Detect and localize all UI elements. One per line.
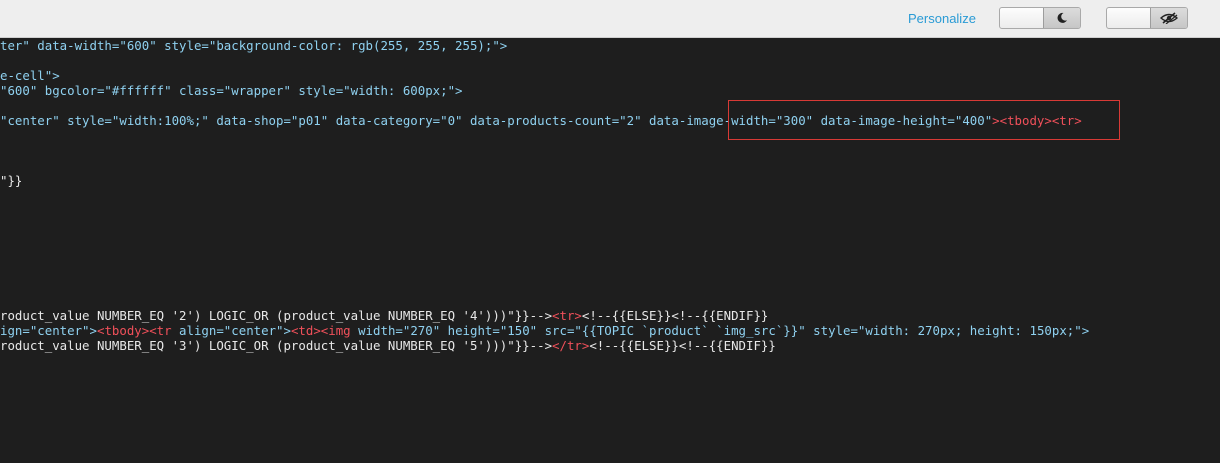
highlighted-code-text: data-image-width="300" data-image-height… bbox=[649, 113, 993, 128]
code-text: align="center"> bbox=[171, 323, 291, 338]
code-text: "center" style="width:100%;" data-shop="… bbox=[0, 113, 650, 128]
code-line: ign="center"><tbody><tr align="center"><… bbox=[0, 323, 1089, 338]
eye-slash-icon bbox=[1150, 8, 1187, 28]
code-line: "}} bbox=[0, 173, 22, 188]
code-line: "600" bgcolor="#ffffff" class="wrapper" … bbox=[0, 83, 463, 98]
code-text: "}} bbox=[0, 173, 23, 188]
code-tag: </tr> bbox=[552, 338, 590, 353]
code-text: e-cell"> bbox=[0, 68, 60, 83]
code-tag: ><tbody><tr> bbox=[992, 113, 1082, 128]
code-editor[interactable]: ter" data-width="600" style="background-… bbox=[0, 38, 1220, 463]
code-text: ign="center"> bbox=[0, 323, 97, 338]
code-line: roduct_value NUMBER_EQ '3') LOGIC_OR (pr… bbox=[0, 338, 776, 353]
code-tag: <tr> bbox=[552, 308, 582, 323]
code-line: e-cell"> bbox=[0, 68, 60, 83]
code-text: ter" data-width="600" style="background-… bbox=[0, 38, 508, 53]
code-text: <!--{{ELSE}}<!--{{ENDIF}} bbox=[589, 338, 776, 353]
code-tag: <td><img bbox=[290, 323, 351, 338]
code-line: roduct_value NUMBER_EQ '2') LOGIC_OR (pr… bbox=[0, 308, 768, 323]
hide-toggle[interactable] bbox=[1106, 7, 1188, 29]
code-text: "600" bgcolor="#ffffff" class="wrapper" … bbox=[0, 83, 463, 98]
code-tag: <tbody><tr bbox=[96, 323, 172, 338]
code-line: ter" data-width="600" style="background-… bbox=[0, 38, 507, 53]
dark-mode-toggle[interactable] bbox=[999, 7, 1081, 29]
code-text: <!--{{ELSE}}<!--{{ENDIF}} bbox=[581, 308, 769, 323]
code-text: width="270" height="150" src="{{TOPIC `p… bbox=[350, 323, 1090, 338]
code-line: "center" style="width:100%;" data-shop="… bbox=[0, 113, 1082, 128]
code-text: roduct_value NUMBER_EQ '3') LOGIC_OR (pr… bbox=[0, 338, 553, 353]
top-toolbar: Personalize bbox=[0, 0, 1220, 38]
moon-icon bbox=[1043, 8, 1080, 28]
code-text: roduct_value NUMBER_EQ '2') LOGIC_OR (pr… bbox=[0, 308, 553, 323]
personalize-link[interactable]: Personalize bbox=[908, 11, 976, 26]
